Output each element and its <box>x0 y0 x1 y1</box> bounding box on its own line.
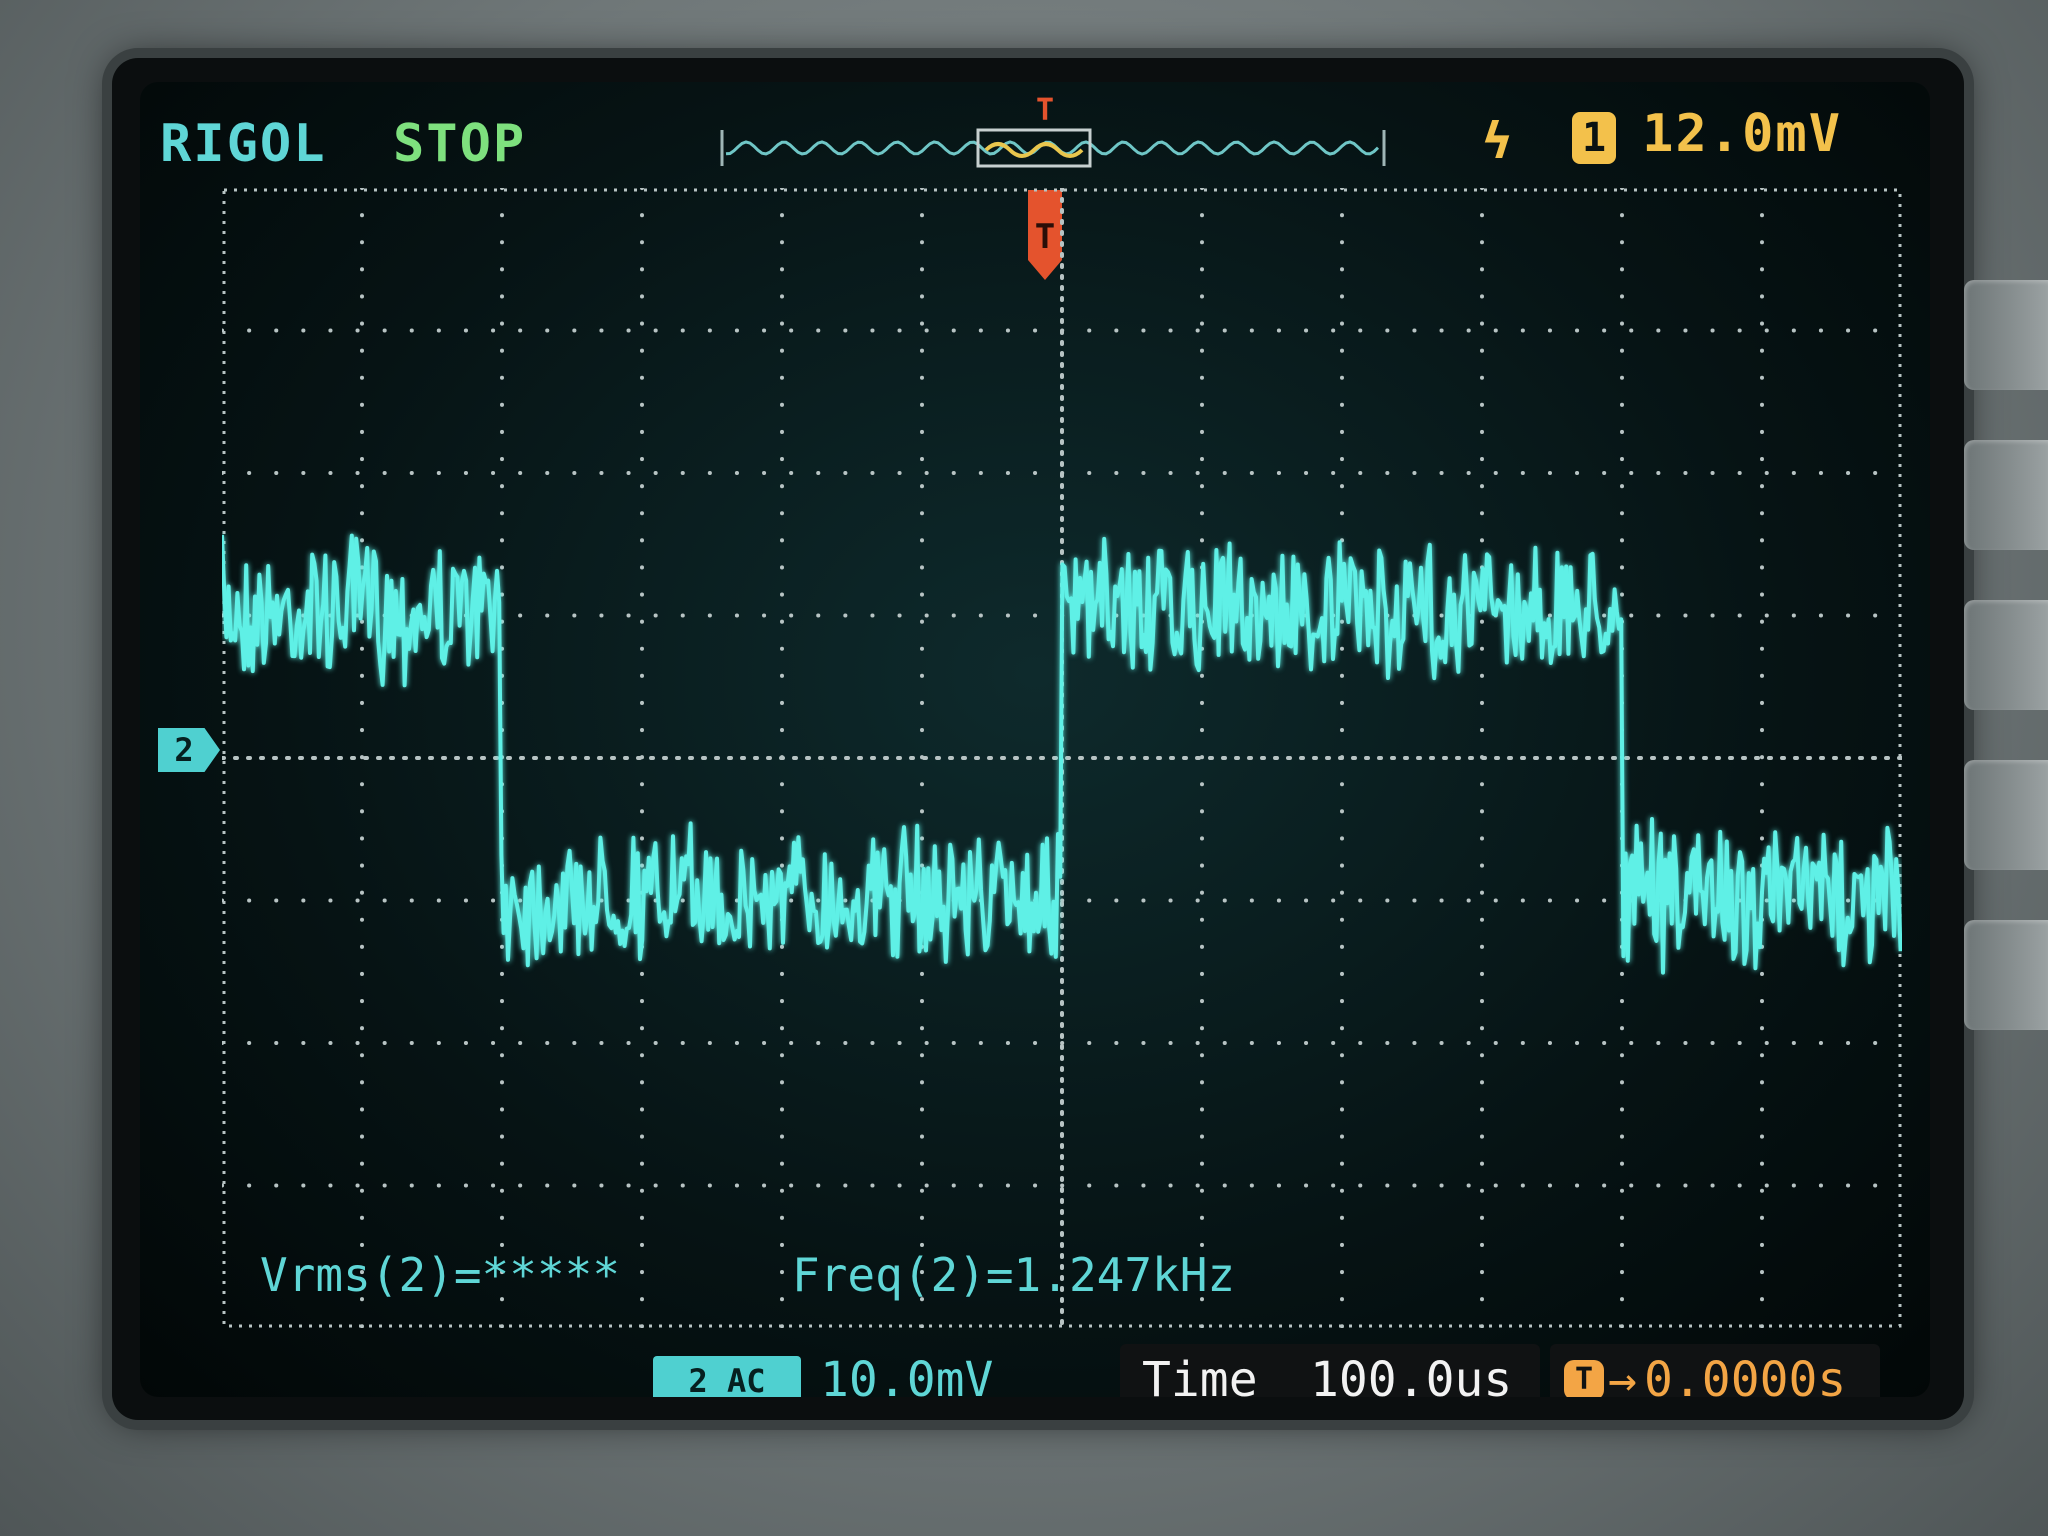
channel-2-ground-marker[interactable]: 2 <box>158 728 220 772</box>
trigger-offset-value: 0.0000s <box>1644 1352 1847 1397</box>
side-menu-button-5[interactable] <box>1964 920 2048 1030</box>
side-menu-button-4[interactable] <box>1964 760 2048 870</box>
timebase-value: 100.0us <box>1310 1352 1513 1397</box>
frequency-measurement: Freq(2)=1.247kHz <box>792 1248 1236 1302</box>
rising-edge-icon: ϟ <box>1482 112 1513 170</box>
trigger-level-label: 12.0mV <box>1642 104 1842 164</box>
arrow-right-icon: → <box>1608 1352 1637 1397</box>
side-menu-button-2[interactable] <box>1964 440 2048 550</box>
channel-2-scale: 10.0mV <box>820 1352 994 1397</box>
side-menu-buttons <box>1964 280 2048 1180</box>
waveform-area[interactable] <box>222 188 1902 1328</box>
run-state-label: STOP <box>393 114 527 174</box>
trigger-offset-icon: T <box>1564 1360 1604 1397</box>
side-menu-button-1[interactable] <box>1964 280 2048 390</box>
vrms-measurement: Vrms(2)=***** <box>260 1248 621 1302</box>
channel-2-trace <box>222 533 1902 975</box>
channel-2-coupling-badge[interactable]: 2 AC <box>653 1356 801 1397</box>
oscilloscope-screen: RIGOL STOP T T ϟ 1 12.0mV 2 Vrms(2)=****… <box>140 82 1930 1397</box>
brand-label: RIGOL <box>160 114 327 174</box>
timebase-label: Time <box>1142 1352 1258 1397</box>
svg-text:T: T <box>1036 93 1054 128</box>
side-menu-button-3[interactable] <box>1964 600 2048 710</box>
trigger-channel-badge: 1 <box>1572 112 1616 164</box>
